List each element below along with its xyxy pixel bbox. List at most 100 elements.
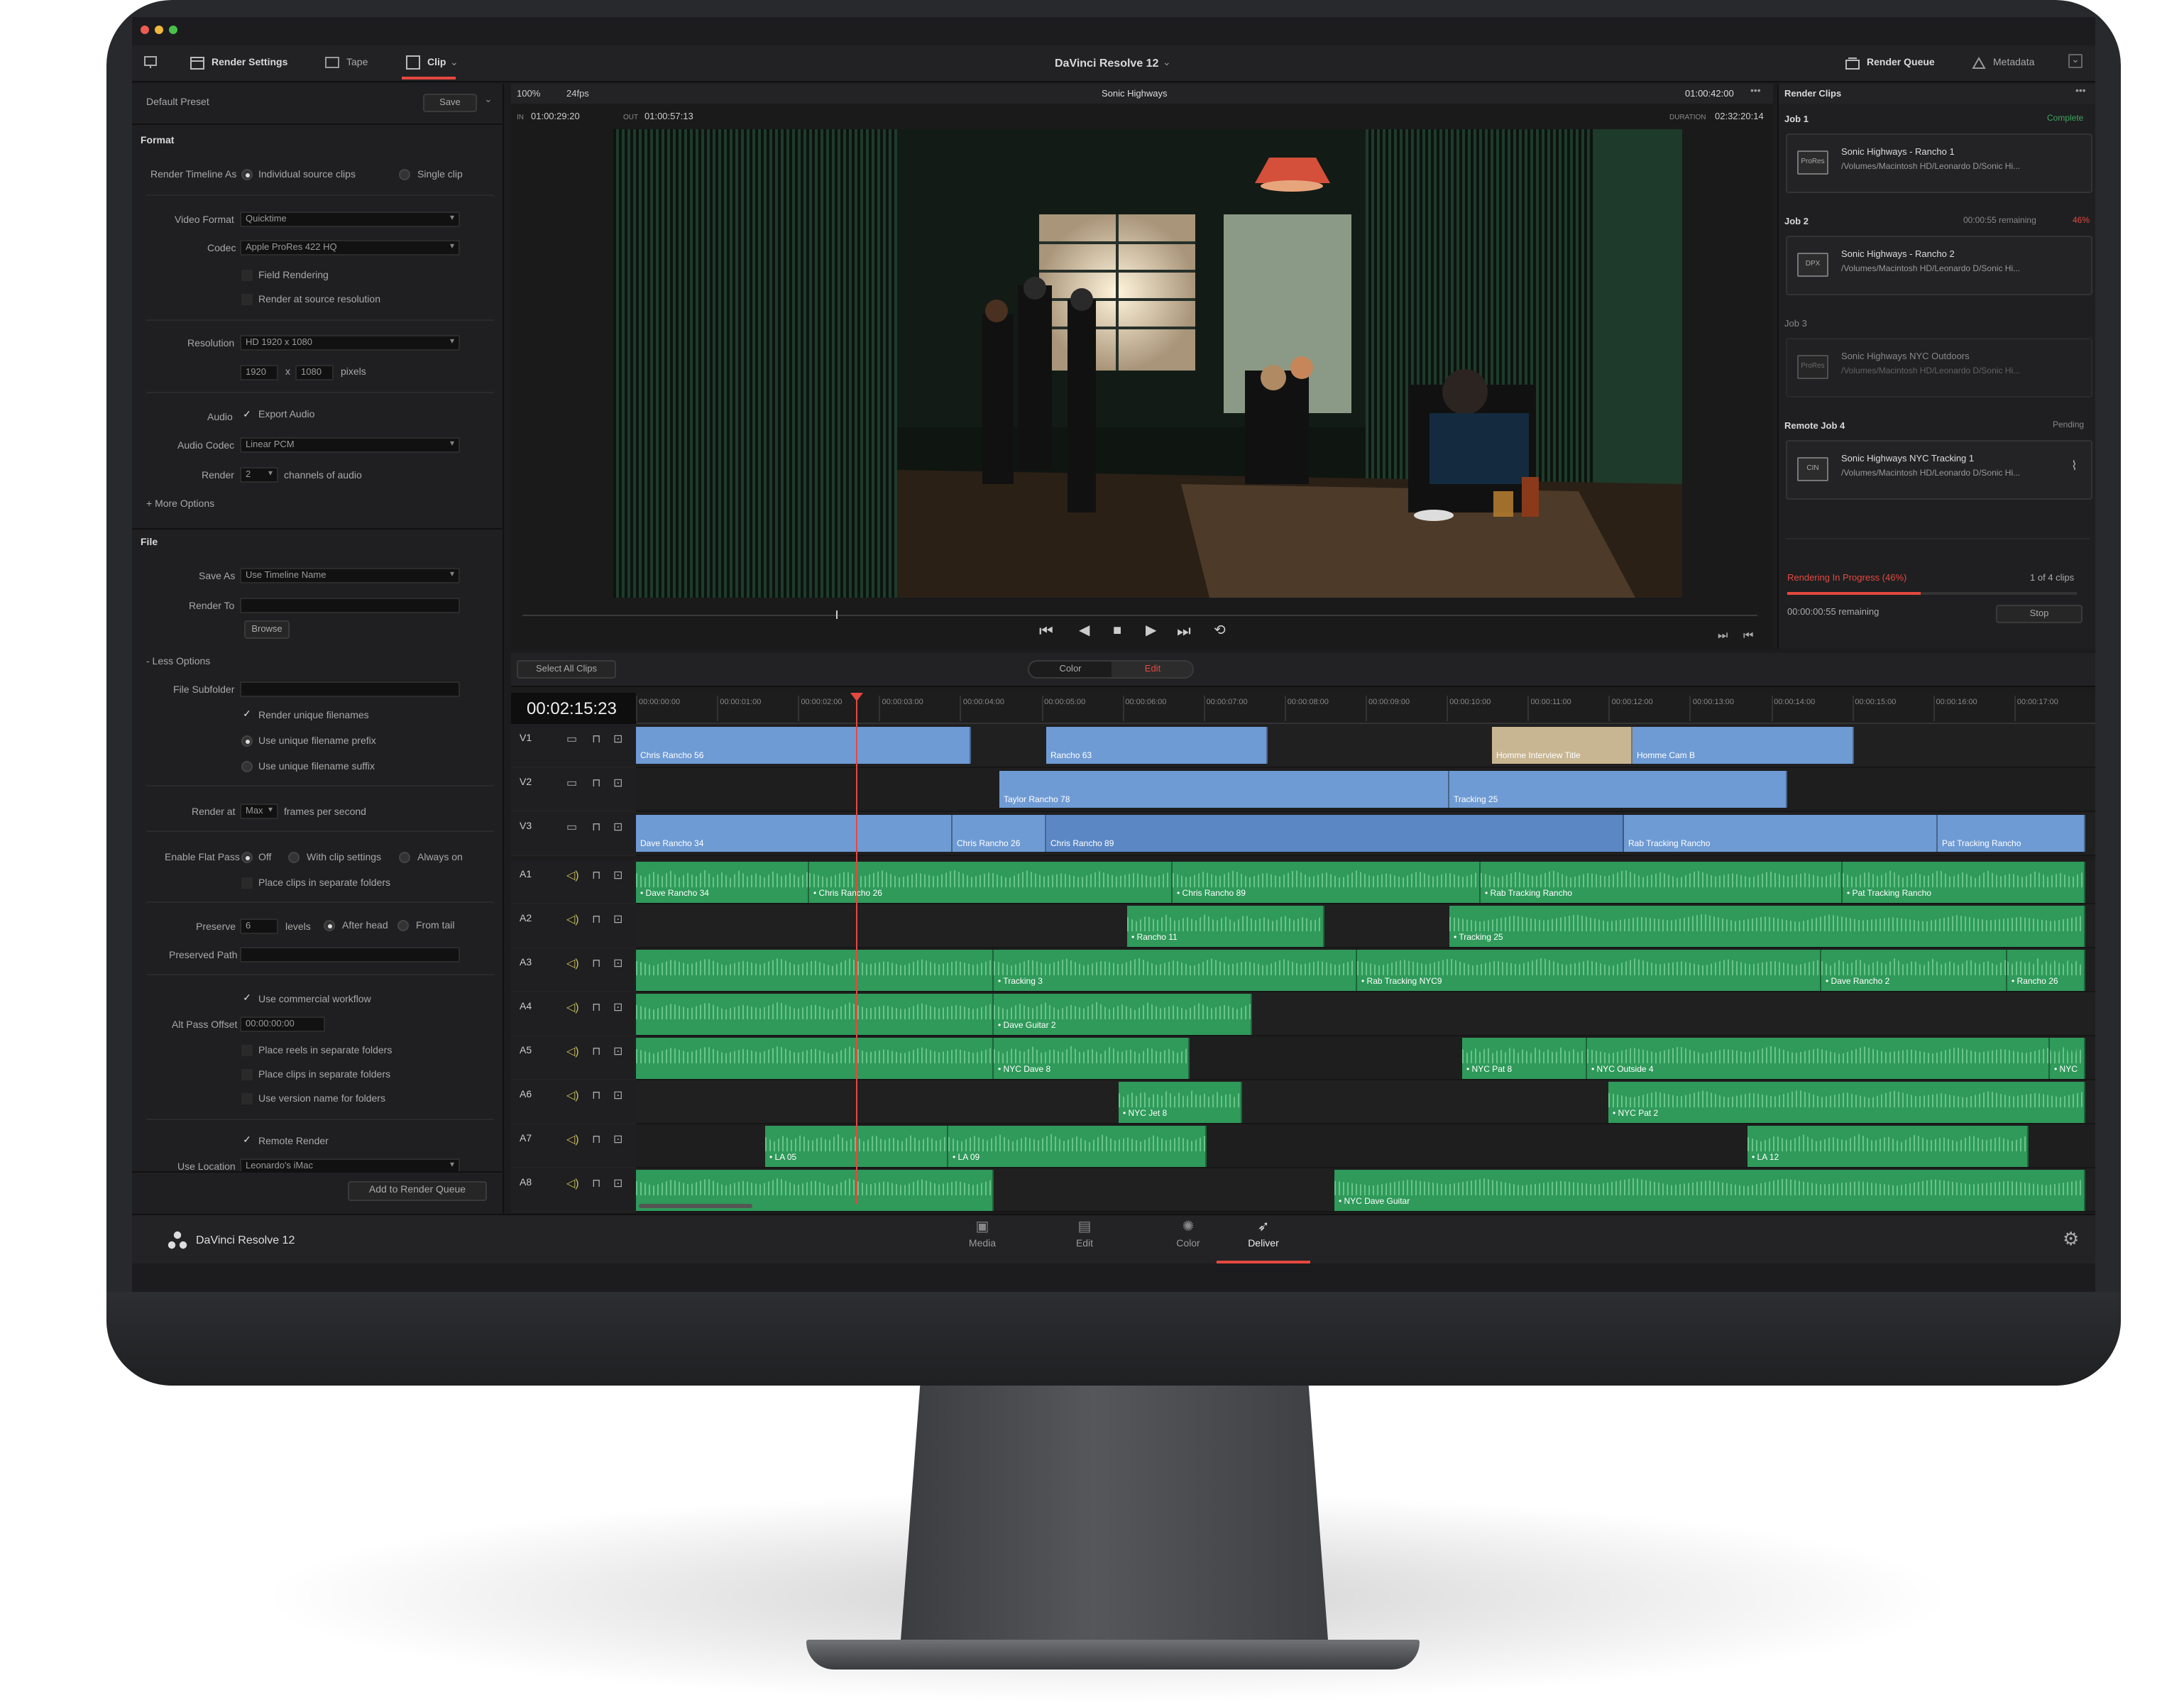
- auto-select-icon[interactable]: ⊡: [613, 1089, 622, 1102]
- version-folders-checkbox[interactable]: [241, 1093, 253, 1104]
- audio-clip[interactable]: • NYC Pat 8: [1462, 1038, 1587, 1079]
- page-tab-media[interactable]: ▣ Media: [937, 1219, 1028, 1249]
- clips-folders-checkbox[interactable]: [241, 1069, 253, 1080]
- lock-icon[interactable]: ⊓: [592, 1045, 601, 1058]
- video-clip[interactable]: Chris Rancho 26: [953, 815, 1046, 852]
- lock-icon[interactable]: ⊓: [592, 1177, 601, 1190]
- scrubber-track[interactable]: [522, 615, 1757, 616]
- auto-select-icon[interactable]: ⊡: [613, 777, 622, 789]
- resolution-select[interactable]: HD 1920 x 1080: [240, 335, 460, 351]
- timeline-playhead[interactable]: [856, 693, 857, 1204]
- zoom-select[interactable]: 100%: [517, 89, 540, 99]
- codec-select[interactable]: Apple ProRes 422 HQ: [240, 240, 460, 256]
- video-clip[interactable]: Rab Tracking Rancho: [1624, 815, 1938, 852]
- render-job-card[interactable]: CIN Sonic Highways NYC Tracking 1/Volumes…: [1786, 440, 2092, 500]
- auto-select-icon[interactable]: ⊡: [613, 1001, 622, 1014]
- next-clip-icon[interactable]: ⏭: [1718, 629, 1728, 643]
- auto-select-icon[interactable]: ⊡: [613, 1177, 622, 1190]
- reels-folders-checkbox[interactable]: [241, 1045, 253, 1056]
- render-at-select[interactable]: Max: [240, 804, 278, 819]
- audio-codec-select[interactable]: Linear PCM: [240, 437, 460, 453]
- loop-icon[interactable]: ⟲: [1214, 623, 1226, 639]
- fps-select[interactable]: 24fps: [566, 89, 589, 99]
- audio-clip[interactable]: • Rab Tracking Rancho: [1481, 862, 1843, 903]
- speaker-icon[interactable]: ◁): [566, 1177, 579, 1190]
- unique-prefix-radio[interactable]: [241, 735, 253, 747]
- auto-select-icon[interactable]: ⊡: [613, 913, 622, 926]
- audio-clip[interactable]: [636, 1038, 994, 1079]
- audio-clip[interactable]: • Chris Rancho 89: [1173, 862, 1481, 903]
- play-icon[interactable]: ▶: [1146, 623, 1156, 639]
- edit-mode-tab[interactable]: Edit: [1112, 662, 1192, 677]
- tape-tab[interactable]: Tape: [346, 58, 368, 68]
- commercial-workflow-checkbox[interactable]: ✓: [241, 994, 253, 1005]
- audio-clip[interactable]: • Chris Rancho 26: [809, 862, 1173, 903]
- lock-icon[interactable]: ⊓: [592, 1089, 601, 1102]
- auto-select-icon[interactable]: ⊡: [613, 733, 622, 745]
- metadata-button[interactable]: Metadata: [1993, 58, 2034, 68]
- viewer-options-icon[interactable]: •••: [1750, 87, 1761, 97]
- lock-icon[interactable]: ⊓: [592, 733, 601, 745]
- queue-options-icon[interactable]: •••: [2075, 87, 2086, 97]
- speaker-icon[interactable]: ◁): [566, 1045, 579, 1058]
- video-clip[interactable]: Rancho 63: [1046, 727, 1268, 764]
- after-head-radio[interactable]: [324, 920, 335, 931]
- audio-clip[interactable]: • Dave Guitar 2: [994, 994, 1252, 1035]
- audio-clip[interactable]: • NYC Outside 4: [1587, 1038, 2050, 1079]
- timeline-timecode[interactable]: 00:02:15:23: [527, 698, 617, 718]
- single-clip-radio[interactable]: [399, 169, 410, 180]
- monitor-icon[interactable]: [143, 55, 158, 70]
- monitor-toggle-icon[interactable]: ▭: [566, 821, 577, 833]
- expand-chevron-icon[interactable]: ⌄: [2068, 54, 2083, 68]
- preserved-path-input[interactable]: [240, 947, 460, 963]
- skip-to-start-icon[interactable]: ⏮: [1039, 623, 1053, 642]
- timeline-scrollbar[interactable]: [639, 1204, 752, 1208]
- flat-pass-clip-radio[interactable]: [288, 852, 300, 863]
- render-queue-button[interactable]: Render Queue: [1867, 58, 1935, 68]
- individual-clips-radio[interactable]: [241, 169, 253, 180]
- save-as-select[interactable]: Use Timeline Name: [240, 568, 460, 583]
- audio-clip[interactable]: • LA 12: [1747, 1126, 2029, 1167]
- lock-icon[interactable]: ⊓: [592, 1001, 601, 1014]
- flat-pass-off-radio[interactable]: [241, 852, 253, 863]
- add-to-render-queue-button[interactable]: Add to Render Queue: [348, 1181, 487, 1201]
- scrubber-playhead[interactable]: [836, 610, 838, 619]
- audio-clip[interactable]: • Pat Tracking Rancho: [1843, 862, 2085, 903]
- audio-clip[interactable]: • Rancho 11: [1127, 906, 1324, 947]
- minimize-window-button[interactable]: [155, 26, 163, 34]
- audio-clip[interactable]: • NYC Jet 8: [1119, 1082, 1242, 1123]
- auto-select-icon[interactable]: ⊡: [613, 869, 622, 882]
- unique-filenames-checkbox[interactable]: ✓: [241, 710, 253, 721]
- render-job-card[interactable]: DPX Sonic Highways - Rancho 2/Volumes/Mac…: [1786, 236, 2092, 295]
- video-clip[interactable]: Chris Rancho 89: [1046, 815, 1624, 852]
- page-tab-deliver[interactable]: ➶ Deliver: [1218, 1219, 1309, 1249]
- audio-clip[interactable]: • Rancho 26: [2007, 950, 2085, 991]
- export-audio-checkbox[interactable]: ✓: [241, 410, 253, 422]
- lock-icon[interactable]: ⊓: [592, 821, 601, 833]
- audio-clip[interactable]: • LA 09: [948, 1126, 1207, 1167]
- audio-clip[interactable]: • Dave Rancho 2: [1821, 950, 2007, 991]
- audio-clip[interactable]: • NYC Pat 2: [1608, 1082, 2085, 1123]
- render-to-input[interactable]: [240, 598, 460, 613]
- speaker-icon[interactable]: ◁): [566, 957, 579, 970]
- title-chevron-down-icon[interactable]: ⌄: [1163, 57, 1171, 68]
- speaker-icon[interactable]: ◁): [566, 913, 579, 926]
- monitor-toggle-icon[interactable]: ▭: [566, 733, 577, 745]
- audio-clip[interactable]: [636, 994, 994, 1035]
- settings-gear-icon[interactable]: ⚙: [2063, 1228, 2079, 1251]
- audio-clip[interactable]: • Tracking 3: [994, 950, 1357, 991]
- clip-chevron-down-icon[interactable]: ⌄: [450, 57, 459, 68]
- alt-pass-input[interactable]: 00:00:00:00: [240, 1016, 325, 1032]
- video-clip[interactable]: Dave Rancho 34: [636, 815, 953, 852]
- render-job-card[interactable]: ProRes Sonic Highways - Rancho 1/Volumes/…: [1786, 133, 2092, 193]
- from-tail-radio[interactable]: [397, 920, 409, 931]
- audio-clip[interactable]: • Rab Tracking NYC9: [1357, 950, 1821, 991]
- render-job-card[interactable]: ProRes Sonic Highways NYC Outdoors/Volume…: [1786, 338, 2092, 398]
- lock-icon[interactable]: ⊓: [592, 1133, 601, 1146]
- unique-suffix-radio[interactable]: [241, 761, 253, 772]
- auto-select-icon[interactable]: ⊡: [613, 1133, 622, 1146]
- select-all-clips-button[interactable]: Select All Clips: [517, 660, 616, 679]
- preserve-levels-input[interactable]: 6: [240, 919, 278, 934]
- flat-pass-always-radio[interactable]: [399, 852, 410, 863]
- audio-clip[interactable]: [636, 950, 994, 991]
